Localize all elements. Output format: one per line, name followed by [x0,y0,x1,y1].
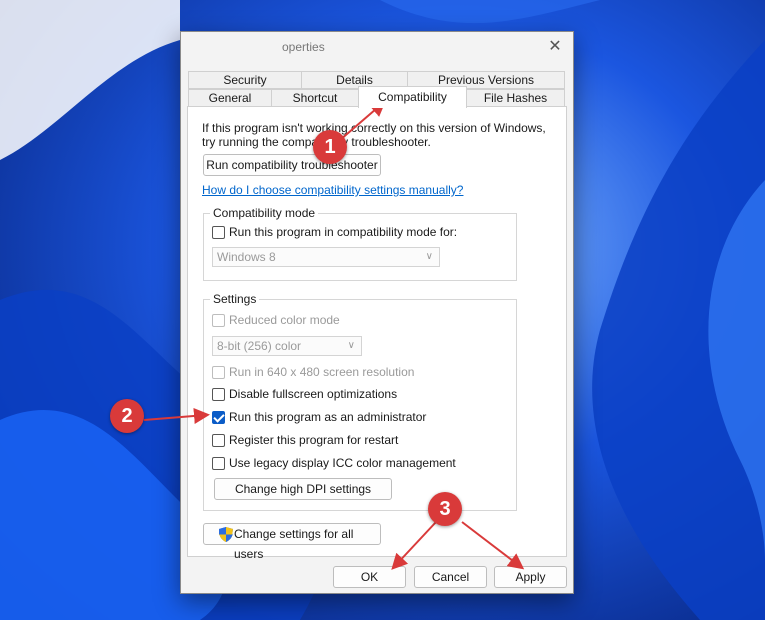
properties-dialog: operties ✕ Security Details Previous Ver… [180,31,574,594]
register-restart-label: Register this program for restart [229,433,399,447]
uac-shield-icon [219,527,233,542]
apply-button[interactable]: Apply [494,566,567,588]
annotation-badge-2: 2 [110,399,144,433]
reduced-color-checkbox[interactable] [212,314,225,327]
resolution-640-label: Run in 640 x 480 screen resolution [229,365,415,379]
register-restart-checkbox[interactable] [212,434,225,447]
cancel-button[interactable]: Cancel [414,566,487,588]
annotation-badge-1: 1 [313,130,347,164]
run-as-admin-checkbox[interactable] [212,411,225,424]
compatibility-mode-checkbox[interactable] [212,226,225,239]
chevron-down-icon: ∨ [425,251,433,262]
legacy-icc-label: Use legacy display ICC color management [229,456,456,470]
tab-shortcut[interactable]: Shortcut [271,89,359,107]
annotation-badge-3: 3 [428,492,462,526]
tab-general[interactable]: General [188,89,272,107]
settings-group: Settings Reduced color mode 8-bit (256) … [203,292,517,511]
change-all-users-button[interactable]: Change settings for all users [203,523,381,561]
tab-compatibility[interactable]: Compatibility [358,86,467,108]
compatibility-mode-legend: Compatibility mode [210,206,319,220]
disable-fullscreen-label: Disable fullscreen optimizations [229,387,398,401]
compatibility-mode-group: Compatibility mode Run this program in c… [203,206,517,281]
compatibility-help-link[interactable]: How do I choose compatibility settings m… [202,183,463,197]
close-icon[interactable]: ✕ [545,37,565,57]
color-mode-value: 8-bit (256) color [217,339,302,353]
tab-security[interactable]: Security [188,71,302,89]
os-version-select[interactable]: Windows 8 ∨ [212,247,440,267]
change-dpi-button[interactable]: Change high DPI settings [214,478,392,500]
compatibility-mode-label: Run this program in compatibility mode f… [229,225,458,239]
reduced-color-label: Reduced color mode [229,313,340,327]
color-mode-select[interactable]: 8-bit (256) color ∨ [212,336,362,356]
change-all-users-label: Change settings for all users [234,527,354,561]
window-title: operties [282,40,325,54]
tab-file-hashes[interactable]: File Hashes [466,89,565,107]
compatibility-panel: If this program isn't working correctly … [187,106,567,561]
ok-button[interactable]: OK [333,566,406,588]
os-version-value: Windows 8 [217,250,276,264]
chevron-down-icon: ∨ [347,340,355,351]
legacy-icc-checkbox[interactable] [212,457,225,470]
intro-line-1: If this program isn't working correctly … [202,121,546,135]
run-as-admin-label: Run this program as an administrator [229,410,427,424]
disable-fullscreen-checkbox[interactable] [212,388,225,401]
run-troubleshooter-button[interactable]: Run compatibility troubleshooter [203,154,381,176]
settings-legend: Settings [210,292,260,306]
resolution-640-checkbox[interactable] [212,366,225,379]
dialog-footer: OK Cancel Apply [181,559,573,595]
title-bar: operties ✕ [181,32,573,62]
